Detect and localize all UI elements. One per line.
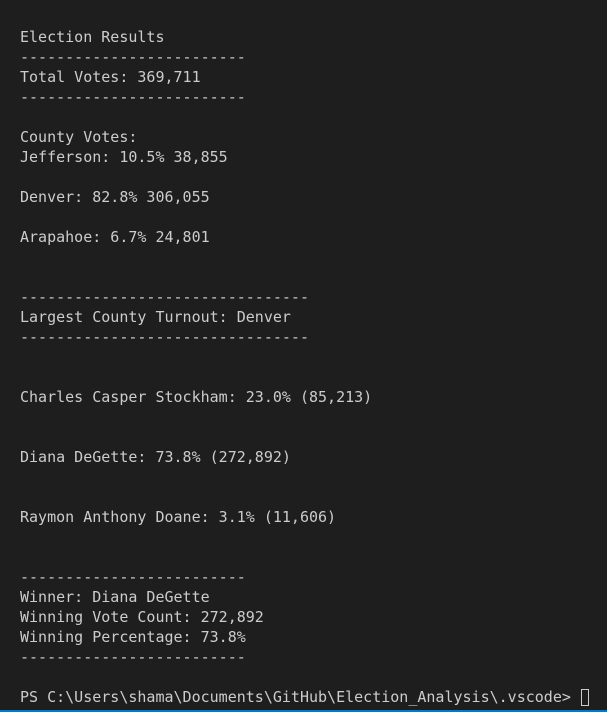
- prompt-text: PS C:\Users\shama\Documents\GitHub\Elect…: [20, 688, 580, 706]
- terminal-panel[interactable]: Election Results -----------------------…: [0, 0, 607, 710]
- output-line: -------------------------: [20, 48, 246, 66]
- output-line: -------------------------: [20, 568, 246, 586]
- output-line: -------------------------: [20, 88, 246, 106]
- output-line: Jefferson: 10.5% 38,855: [20, 148, 228, 166]
- output-line: -------------------------: [20, 648, 246, 666]
- output-line: --------------------------------: [20, 328, 309, 346]
- output-line: Denver: 82.8% 306,055: [20, 188, 210, 206]
- prompt-line[interactable]: PS C:\Users\shama\Documents\GitHub\Elect…: [20, 687, 607, 707]
- output-line: Charles Casper Stockham: 23.0% (85,213): [20, 388, 373, 406]
- output-line: County Votes:: [20, 128, 138, 146]
- output-line: Winning Vote Count: 272,892: [20, 608, 264, 626]
- output-line: Arapahoe: 6.7% 24,801: [20, 228, 210, 246]
- output-line: Winner: Diana DeGette: [20, 588, 210, 606]
- output-line: Diana DeGette: 73.8% (272,892): [20, 448, 291, 466]
- output-line: Raymon Anthony Doane: 3.1% (11,606): [20, 508, 337, 526]
- text-cursor[interactable]: [580, 688, 589, 706]
- output-line: Largest County Turnout: Denver: [20, 308, 291, 326]
- output-line: Election Results: [20, 28, 165, 46]
- output-line: Total Votes: 369,711: [20, 68, 201, 86]
- output-line: Winning Percentage: 73.8%: [20, 628, 246, 646]
- output-line: --------------------------------: [20, 288, 309, 306]
